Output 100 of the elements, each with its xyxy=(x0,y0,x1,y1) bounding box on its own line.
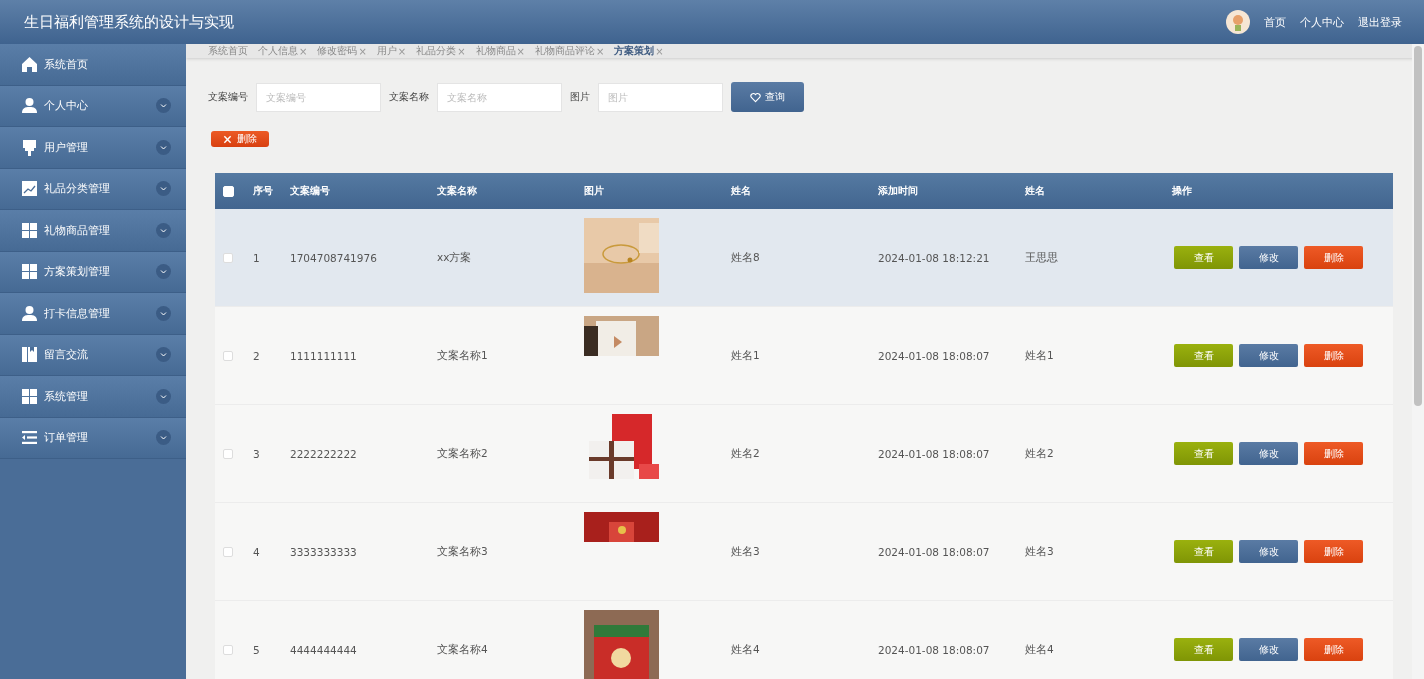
table-cell-text: 1 xyxy=(253,251,261,264)
delete-button[interactable]: 删除 xyxy=(1304,540,1363,563)
table-cell-text: 姓名4 xyxy=(1025,642,1055,657)
close-icon xyxy=(223,134,232,144)
tab[interactable]: 修改密码 xyxy=(317,44,358,58)
table-cell-text: 姓名8 xyxy=(731,250,761,265)
sidebar-item[interactable]: 订单管理 xyxy=(0,417,186,459)
delete-button[interactable]: 删除 xyxy=(1304,344,1363,367)
tab-close-button[interactable]: × xyxy=(655,45,664,57)
field-label: 文案编号 xyxy=(208,90,248,104)
tab-close-button[interactable]: × xyxy=(397,45,407,57)
table-row[interactable]: 2 1111111111 文案名称1 姓名1 2024-01-08 18:08:07 姓名1 查看 修改 删除 xyxy=(215,307,1393,405)
table-cell-text: 姓名3 xyxy=(731,544,761,559)
header-link[interactable]: 个人中心 xyxy=(1300,14,1344,30)
view-button[interactable]: 查看 xyxy=(1174,638,1233,661)
table-row[interactable]: 3 2222222222 文案名称2 姓名2 2024-01-08 18:08:07 姓名2 查看 修改 删除 xyxy=(215,405,1393,503)
view-button[interactable]: 查看 xyxy=(1174,442,1233,465)
view-button[interactable]: 查看 xyxy=(1174,344,1233,367)
tab-close-button[interactable]: × xyxy=(457,45,466,57)
sidebar-item[interactable]: 礼品分类管理 xyxy=(0,168,186,210)
table-cell-text: xx方案 xyxy=(437,250,473,265)
sidebar-item[interactable]: 系统管理 xyxy=(0,376,186,418)
row-checkbox[interactable] xyxy=(223,644,233,655)
tab-close-button[interactable]: × xyxy=(516,45,525,57)
list-icon xyxy=(21,429,38,447)
table-cell-text: 2024-01-08 18:08:07 xyxy=(878,447,991,460)
sidebar-item[interactable]: 用户管理 xyxy=(0,127,186,169)
search-field[interactable]: 图片 xyxy=(598,82,723,112)
delete-button[interactable]: 删除 xyxy=(1304,246,1363,269)
table-cell-text: 3333333333 xyxy=(290,545,358,558)
search-field[interactable]: 文案名称 xyxy=(437,82,562,112)
tab-close-button[interactable]: × xyxy=(358,45,367,57)
table-cell-text: 姓名4 xyxy=(731,642,761,657)
table-cell-text: 5 xyxy=(253,643,261,656)
row-checkbox[interactable] xyxy=(223,350,233,361)
grid-icon xyxy=(21,263,38,281)
row-checkbox[interactable] xyxy=(223,448,233,459)
table-cell-text: 文案名称3 xyxy=(437,544,489,559)
table-cell-text: 姓名1 xyxy=(731,348,761,363)
tab[interactable]: 个人信息 xyxy=(258,44,298,58)
row-checkbox[interactable] xyxy=(223,252,233,263)
table-cell-text: 2024-01-08 18:08:07 xyxy=(878,349,991,362)
tab[interactable]: 礼品分类 xyxy=(416,44,457,58)
edit-button[interactable]: 修改 xyxy=(1239,246,1298,269)
tab[interactable]: 方案策划 xyxy=(614,44,655,58)
table-row[interactable]: 1 1704708741976 xx方案 姓名8 2024-01-08 18:12:21 王思思 查看 修改 删除 xyxy=(215,209,1393,307)
column-header: 文案编号 xyxy=(290,184,331,198)
tab[interactable]: 系统首页 xyxy=(208,44,248,58)
sidebar-item[interactable]: 个人中心 xyxy=(0,85,186,127)
row-checkbox[interactable] xyxy=(223,546,233,557)
delete-button[interactable]: 删除 xyxy=(211,131,269,147)
table-row[interactable]: 5 4444444444 文案名称4 姓名4 2024-01-08 18:08:07 姓名4 查看 修改 删除 xyxy=(215,601,1393,679)
table-cell-text: 3 xyxy=(253,447,261,460)
select-all-checkbox[interactable] xyxy=(223,185,234,197)
book-icon xyxy=(21,346,38,364)
column-header: 姓名 xyxy=(1025,184,1046,198)
brush-icon xyxy=(21,138,38,156)
tab[interactable]: 礼物商品评论 xyxy=(534,44,595,58)
header-link[interactable]: 首页 xyxy=(1264,14,1286,30)
avatar-icon xyxy=(1226,10,1250,34)
table-cell-text: 2024-01-08 18:12:21 xyxy=(878,251,991,264)
grid-icon xyxy=(21,387,38,405)
edit-button[interactable]: 修改 xyxy=(1239,344,1298,367)
edit-button[interactable]: 修改 xyxy=(1239,638,1298,661)
field-label: 文案名称 xyxy=(389,90,429,104)
scrollbar-thumb[interactable] xyxy=(1414,46,1422,406)
table-row[interactable]: 4 3333333333 文案名称3 姓名3 2024-01-08 18:08:07 姓名3 查看 修改 删除 xyxy=(215,503,1393,601)
table-cell-text: 4 xyxy=(253,545,261,558)
person-icon xyxy=(21,97,38,115)
header-link[interactable]: 退出登录 xyxy=(1358,14,1402,30)
column-header: 序号 xyxy=(253,184,274,198)
edit-button[interactable]: 修改 xyxy=(1239,442,1298,465)
search-field[interactable]: 文案编号 xyxy=(256,82,381,112)
table-cell-text: 姓名1 xyxy=(1025,348,1055,363)
view-button[interactable]: 查看 xyxy=(1174,540,1233,563)
search-button[interactable]: 查询 xyxy=(731,82,804,112)
sidebar-item[interactable]: 方案策划管理 xyxy=(0,251,186,293)
delete-button[interactable]: 删除 xyxy=(1304,442,1363,465)
sidebar-item[interactable]: 系统首页 xyxy=(0,44,186,86)
tab-close-button[interactable]: × xyxy=(299,45,308,57)
table-cell-text: 姓名2 xyxy=(731,446,761,461)
tab[interactable]: 用户 xyxy=(376,44,397,58)
sidebar-item[interactable]: 留言交流 xyxy=(0,334,186,376)
sidebar-item[interactable]: 礼物商品管理 xyxy=(0,210,186,252)
view-button[interactable]: 查看 xyxy=(1174,246,1233,269)
tab[interactable]: 礼物商品 xyxy=(475,44,516,58)
table-cell-text: 姓名3 xyxy=(1025,544,1055,559)
table-cell-text: 2024-01-08 18:08:07 xyxy=(878,545,991,558)
delete-button[interactable]: 删除 xyxy=(1304,638,1363,661)
edit-button[interactable]: 修改 xyxy=(1239,540,1298,563)
sidebar-item[interactable]: 打卡信息管理 xyxy=(0,293,186,335)
table-cell-text: 1704708741976 xyxy=(290,251,378,264)
scrollbar[interactable] xyxy=(1412,44,1424,679)
table-cell-text: 4444444444 xyxy=(290,643,358,656)
table-cell-text: 文案名称2 xyxy=(437,446,489,461)
app-title: 生日福利管理系统的设计与实现 xyxy=(24,12,235,32)
tab-close-button[interactable]: × xyxy=(595,45,605,57)
heart-icon xyxy=(750,91,761,103)
column-header: 文案名称 xyxy=(437,184,478,198)
grid-icon xyxy=(21,221,38,239)
